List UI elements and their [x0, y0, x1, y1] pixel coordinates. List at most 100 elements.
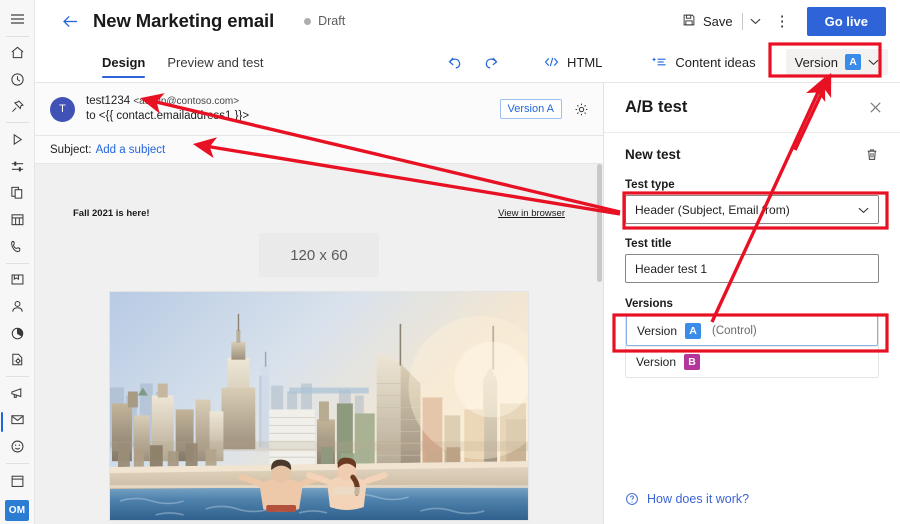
- mail-header-actions: Version A: [499, 99, 589, 119]
- html-label: HTML: [567, 54, 603, 70]
- test-title-input[interactable]: Header test 1: [625, 254, 879, 283]
- app-badge[interactable]: OM: [0, 497, 35, 524]
- test-title-value: Header test 1: [635, 261, 708, 276]
- tab-preview-and-test[interactable]: Preview and test: [156, 42, 274, 83]
- editor-toolbar: HTML Content ideas Version A: [436, 49, 900, 75]
- sidebar-item-templates[interactable]: [0, 346, 35, 373]
- email-preheader-row: Fall 2021 is here! View in browser: [35, 164, 603, 219]
- version-b-list-item[interactable]: Version B: [626, 346, 878, 377]
- sender-name: test1234: [86, 95, 131, 107]
- version-badge-a: A: [845, 54, 861, 70]
- canvas-scrollbar[interactable]: [596, 164, 603, 524]
- undo-icon[interactable]: [436, 51, 473, 73]
- more-options-button[interactable]: ⋮: [766, 8, 799, 34]
- status-label: Draft: [318, 14, 346, 28]
- rail-divider: [5, 376, 29, 377]
- save-label: Save: [703, 13, 733, 29]
- sidebar-item-inbox[interactable]: [0, 266, 35, 293]
- versions-label: Versions: [625, 298, 673, 310]
- avatar: T: [50, 96, 75, 122]
- sidebar-item-contacts[interactable]: [0, 293, 35, 320]
- nav-menu-toggle[interactable]: [0, 6, 35, 33]
- ab-test-panel: A/B test New test Test type Header (Subj…: [604, 83, 900, 524]
- left-nav-rail: OM: [0, 0, 35, 524]
- sidebar-item-analytics[interactable]: [0, 320, 35, 347]
- code-icon: [544, 56, 559, 68]
- status-dot-icon: [304, 17, 312, 25]
- version-a-label: Version: [637, 323, 678, 338]
- sender-address: <admin@contoso.com>: [133, 96, 240, 107]
- app-badge-label: OM: [5, 500, 29, 522]
- chevron-down-icon: [868, 58, 879, 66]
- hero-image[interactable]: [109, 291, 529, 521]
- version-badge-a: A: [685, 322, 702, 339]
- trash-icon[interactable]: [865, 147, 879, 162]
- question-circle-icon: [625, 492, 639, 506]
- sidebar-item-calls[interactable]: [0, 233, 35, 260]
- status-badge: Draft: [304, 14, 345, 28]
- sidebar-item-journeys[interactable]: [0, 126, 35, 153]
- test-type-value: Header (Subject, Email from): [635, 202, 790, 217]
- version-b-label: Version: [636, 355, 677, 369]
- save-options-caret-icon[interactable]: [745, 13, 766, 29]
- email-sender-header: T test1234 <admin@contoso.com> to <{{ co…: [35, 83, 603, 136]
- preheader-text: Fall 2021 is here!: [73, 208, 150, 219]
- sidebar-item-home[interactable]: [0, 40, 35, 67]
- versions-list: Version A (Control) Version B: [625, 314, 879, 378]
- close-icon[interactable]: [868, 100, 883, 115]
- hero-image-graphic: [110, 292, 528, 520]
- go-live-button[interactable]: Go live: [806, 6, 886, 36]
- add-subject-link[interactable]: Add a subject: [96, 144, 166, 156]
- sidebar-item-campaigns[interactable]: [0, 380, 35, 407]
- save-icon: [682, 13, 696, 30]
- content-ideas-icon: [652, 56, 667, 68]
- tab-design-label: Design: [102, 54, 146, 70]
- tab-design[interactable]: Design: [91, 42, 156, 83]
- sidebar-item-segments[interactable]: [0, 153, 35, 180]
- panel-title: A/B test: [625, 98, 688, 116]
- version-chip[interactable]: Version A: [499, 99, 562, 119]
- sender-line: test1234 <admin@contoso.com>: [86, 94, 249, 109]
- back-arrow-icon[interactable]: [62, 14, 79, 29]
- new-test-label: New test: [625, 147, 681, 162]
- rail-divider: [5, 35, 29, 37]
- panel-header: A/B test: [604, 83, 900, 133]
- content-ideas-button[interactable]: Content ideas: [640, 50, 767, 75]
- how-does-it-work-label: How does it work?: [647, 492, 750, 506]
- html-button[interactable]: HTML: [532, 50, 614, 75]
- top-bar-actions: Save ⋮ Go live: [675, 6, 900, 36]
- canvas-scrollbar-thumb[interactable]: [597, 164, 602, 282]
- rail-divider: [5, 122, 29, 124]
- version-selector-label: Version: [794, 54, 838, 70]
- gear-icon[interactable]: [574, 102, 589, 117]
- sidebar-item-recent[interactable]: [0, 66, 35, 93]
- sidebar-item-forms[interactable]: [0, 180, 35, 207]
- panel-body: New test Test type Header (Subject, Emai…: [604, 133, 900, 378]
- sidebar-item-pinned[interactable]: [0, 93, 35, 120]
- logo-placeholder[interactable]: 120 x 60: [259, 233, 379, 277]
- save-button[interactable]: Save: [675, 9, 740, 34]
- sidebar-item-events[interactable]: [0, 206, 35, 233]
- how-does-it-work-link[interactable]: How does it work?: [625, 492, 749, 506]
- content-ideas-label: Content ideas: [675, 54, 756, 70]
- toolbar-divider: [741, 12, 743, 30]
- test-type-select[interactable]: Header (Subject, Email from): [625, 195, 879, 224]
- editor-tab-bar: Design Preview and test HTML Content ide…: [35, 42, 900, 83]
- rail-divider: [5, 462, 29, 464]
- version-a-list-item[interactable]: Version A (Control): [626, 315, 878, 346]
- email-editor-app: OM New Marketing email Draft Save ⋮ Go l…: [0, 0, 900, 524]
- view-in-browser-link[interactable]: View in browser: [498, 208, 565, 219]
- redo-icon[interactable]: [473, 51, 510, 73]
- new-test-row: New test: [625, 147, 879, 162]
- sidebar-item-emails[interactable]: [0, 407, 35, 434]
- test-type-label: Test type: [625, 179, 675, 191]
- tab-preview-label: Preview and test: [167, 54, 264, 70]
- version-selector-dropdown[interactable]: Version A: [785, 49, 888, 75]
- top-command-bar: New Marketing email Draft Save ⋮ Go live: [35, 0, 900, 42]
- sidebar-item-feedback[interactable]: [0, 433, 35, 460]
- subject-label: Subject:: [50, 143, 92, 156]
- sender-info: test1234 <admin@contoso.com> to <{{ cont…: [86, 94, 249, 124]
- sidebar-item-schedule[interactable]: [0, 467, 35, 494]
- email-design-canvas: Fall 2021 is here! View in browser 120 x…: [35, 164, 603, 524]
- chevron-down-icon: [858, 206, 869, 214]
